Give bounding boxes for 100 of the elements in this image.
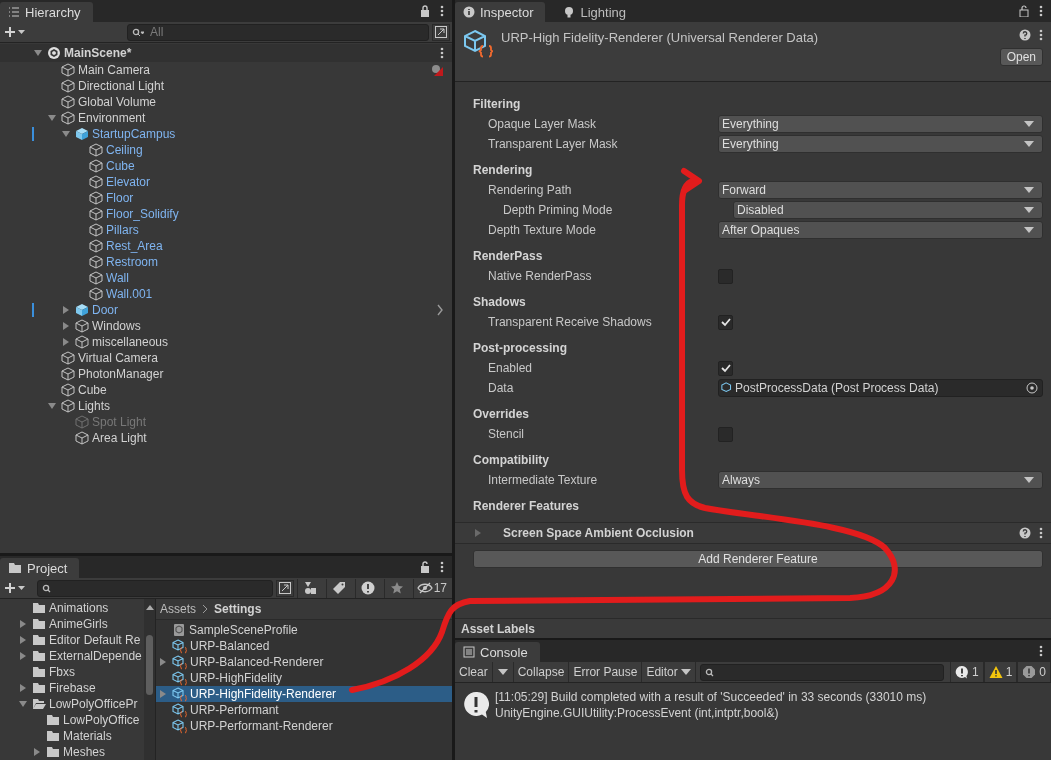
more-icon[interactable] — [440, 47, 444, 59]
more-icon[interactable] — [440, 5, 444, 17]
object-field[interactable]: PostProcessData (Post Process Data) — [718, 379, 1043, 397]
hierarchy-item[interactable]: Floor_Solidify — [106, 207, 179, 221]
dropdown[interactable]: Always — [718, 471, 1043, 489]
expand-arrow-icon[interactable] — [47, 113, 57, 123]
hierarchy-item[interactable]: PhotonManager — [78, 367, 164, 381]
folder-item[interactable]: Materials — [63, 729, 112, 743]
folder-item[interactable]: Firebase — [49, 681, 96, 695]
expand-arrow-icon[interactable] — [18, 651, 28, 661]
more-icon[interactable] — [440, 561, 444, 573]
more-icon[interactable] — [1039, 527, 1043, 539]
expand-arrow-icon[interactable] — [18, 699, 28, 709]
info-count-toggle[interactable]: 1 — [949, 662, 984, 682]
expand-arrow-icon[interactable] — [61, 337, 71, 347]
hierarchy-item[interactable]: Windows — [92, 319, 141, 333]
hierarchy-item[interactable]: Wall — [106, 271, 129, 285]
scene-search-button[interactable] — [432, 23, 450, 41]
hierarchy-item[interactable]: Pillars — [106, 223, 139, 237]
more-icon[interactable] — [1039, 29, 1043, 41]
hierarchy-item[interactable]: Rest_Area — [106, 239, 163, 253]
dropdown[interactable]: Disabled — [733, 201, 1043, 219]
help-icon[interactable] — [1019, 29, 1031, 41]
panel-tab[interactable]: Lighting — [555, 2, 639, 22]
dropdown[interactable]: Everything — [718, 135, 1043, 153]
search-field[interactable] — [699, 663, 944, 681]
expand-arrow-icon[interactable] — [61, 129, 71, 139]
expand-arrow-icon[interactable] — [61, 321, 71, 331]
renderer-feature-header[interactable]: Screen Space Ambient Occlusion — [455, 522, 1051, 544]
hierarchy-item[interactable]: Virtual Camera — [78, 351, 158, 365]
breadcrumb-item[interactable]: Assets — [160, 602, 196, 616]
hierarchy-item[interactable]: Cube — [106, 159, 135, 173]
folder-item[interactable]: LowPolyOffice — [63, 713, 140, 727]
project-tab[interactable]: Project — [0, 558, 80, 578]
open-button[interactable]: Open — [999, 48, 1043, 66]
lock-icon[interactable] — [1019, 5, 1029, 17]
checkbox[interactable] — [718, 360, 733, 376]
hierarchy-item[interactable]: MainScene* — [64, 46, 132, 60]
hierarchy-item[interactable]: Door — [92, 303, 118, 317]
folder-item[interactable]: AnimeGirls — [49, 617, 108, 631]
hierarchy-item[interactable]: Main Camera — [78, 63, 151, 77]
expand-arrow-icon[interactable] — [47, 401, 57, 411]
folder-item[interactable]: Editor Default Re — [49, 633, 141, 647]
expand-arrow-icon[interactable] — [18, 683, 28, 693]
object-picker-icon[interactable] — [1026, 382, 1038, 394]
hierarchy-item[interactable]: Restroom — [106, 255, 158, 269]
asset-row[interactable]: URP-HighFidelity — [156, 670, 452, 686]
asset-row[interactable]: URP-Balanced-Renderer — [156, 654, 452, 670]
folder-item[interactable]: Fbxs — [49, 665, 75, 679]
folder-item[interactable]: ExternalDepende — [49, 649, 142, 663]
checkbox[interactable] — [718, 314, 733, 330]
expand-arrow-icon[interactable] — [158, 657, 168, 667]
console-tab[interactable]: Console — [455, 642, 540, 662]
hierarchy-item[interactable]: StartupCampus — [92, 127, 176, 141]
lock-icon[interactable] — [420, 561, 430, 573]
hierarchy-tab[interactable]: Hierarchy — [0, 2, 93, 22]
hierarchy-item[interactable]: Ceiling — [106, 143, 143, 157]
asset-row[interactable]: URP-Performant — [156, 702, 452, 718]
hierarchy-item[interactable]: Global Volume — [78, 95, 157, 109]
expand-arrow-icon[interactable] — [18, 619, 28, 629]
expand-arrow-icon[interactable] — [33, 48, 43, 58]
chevron-right-icon[interactable] — [436, 304, 444, 316]
scene-search-button[interactable] — [275, 579, 294, 597]
asset-row[interactable]: SampleSceneProfile — [156, 622, 452, 638]
hierarchy-item[interactable]: Wall.001 — [106, 287, 153, 301]
folder-item[interactable]: LowPolyOfficePr — [49, 697, 138, 711]
scroll-up-icon[interactable] — [144, 603, 155, 611]
hierarchy-item[interactable]: Lights — [78, 399, 111, 413]
asset-row[interactable]: URP-HighFidelity-Renderer — [156, 686, 452, 702]
expand-arrow-icon[interactable] — [32, 747, 42, 757]
expand-arrow-icon[interactable] — [61, 305, 71, 315]
asset-row[interactable]: URP-Balanced — [156, 638, 452, 654]
dropdown[interactable]: Everything — [718, 115, 1043, 133]
hierarchy-item[interactable]: Cube — [78, 383, 107, 397]
more-icon[interactable] — [1039, 645, 1043, 657]
hidden-packages-button[interactable]: 17 — [412, 578, 450, 598]
dropdown[interactable]: After Opaques — [718, 221, 1043, 239]
scrollbar[interactable] — [144, 599, 155, 760]
hierarchy-item[interactable]: Directional Light — [78, 79, 165, 93]
folder-item[interactable]: Animations — [49, 601, 109, 615]
search-field[interactable]: All — [127, 23, 429, 41]
error-count-toggle[interactable]: 0 — [1017, 662, 1051, 682]
log-message[interactable]: [11:05:29] Build completed with a result of 'Succeeded' in 33 seconds (33010 ms) — [495, 689, 927, 705]
hierarchy-item[interactable]: miscellaneous — [92, 335, 169, 349]
expand-arrow-icon[interactable] — [18, 635, 28, 645]
search-field[interactable] — [37, 579, 273, 597]
help-icon[interactable] — [1019, 527, 1031, 539]
panel-tab[interactable]: Inspector — [455, 2, 546, 22]
more-icon[interactable] — [1039, 5, 1043, 17]
add-renderer-feature-button[interactable]: Add Renderer Feature — [473, 550, 1043, 568]
lock-icon[interactable] — [420, 5, 430, 17]
asset-row[interactable]: URP-Performant-Renderer — [156, 718, 452, 734]
folder-item[interactable]: Meshes — [63, 745, 106, 759]
hierarchy-item[interactable]: Environment — [78, 111, 146, 125]
log-message[interactable]: UnityEngine.GUIUtility:ProcessEvent (int,intptr,bool&) — [495, 705, 927, 721]
dropdown[interactable]: Forward — [718, 181, 1043, 199]
warning-count-toggle[interactable]: 1 — [983, 662, 1018, 682]
scroll-thumb[interactable] — [146, 635, 153, 695]
hierarchy-item[interactable]: Area Light — [92, 431, 147, 445]
hierarchy-item[interactable]: Floor — [106, 191, 134, 205]
